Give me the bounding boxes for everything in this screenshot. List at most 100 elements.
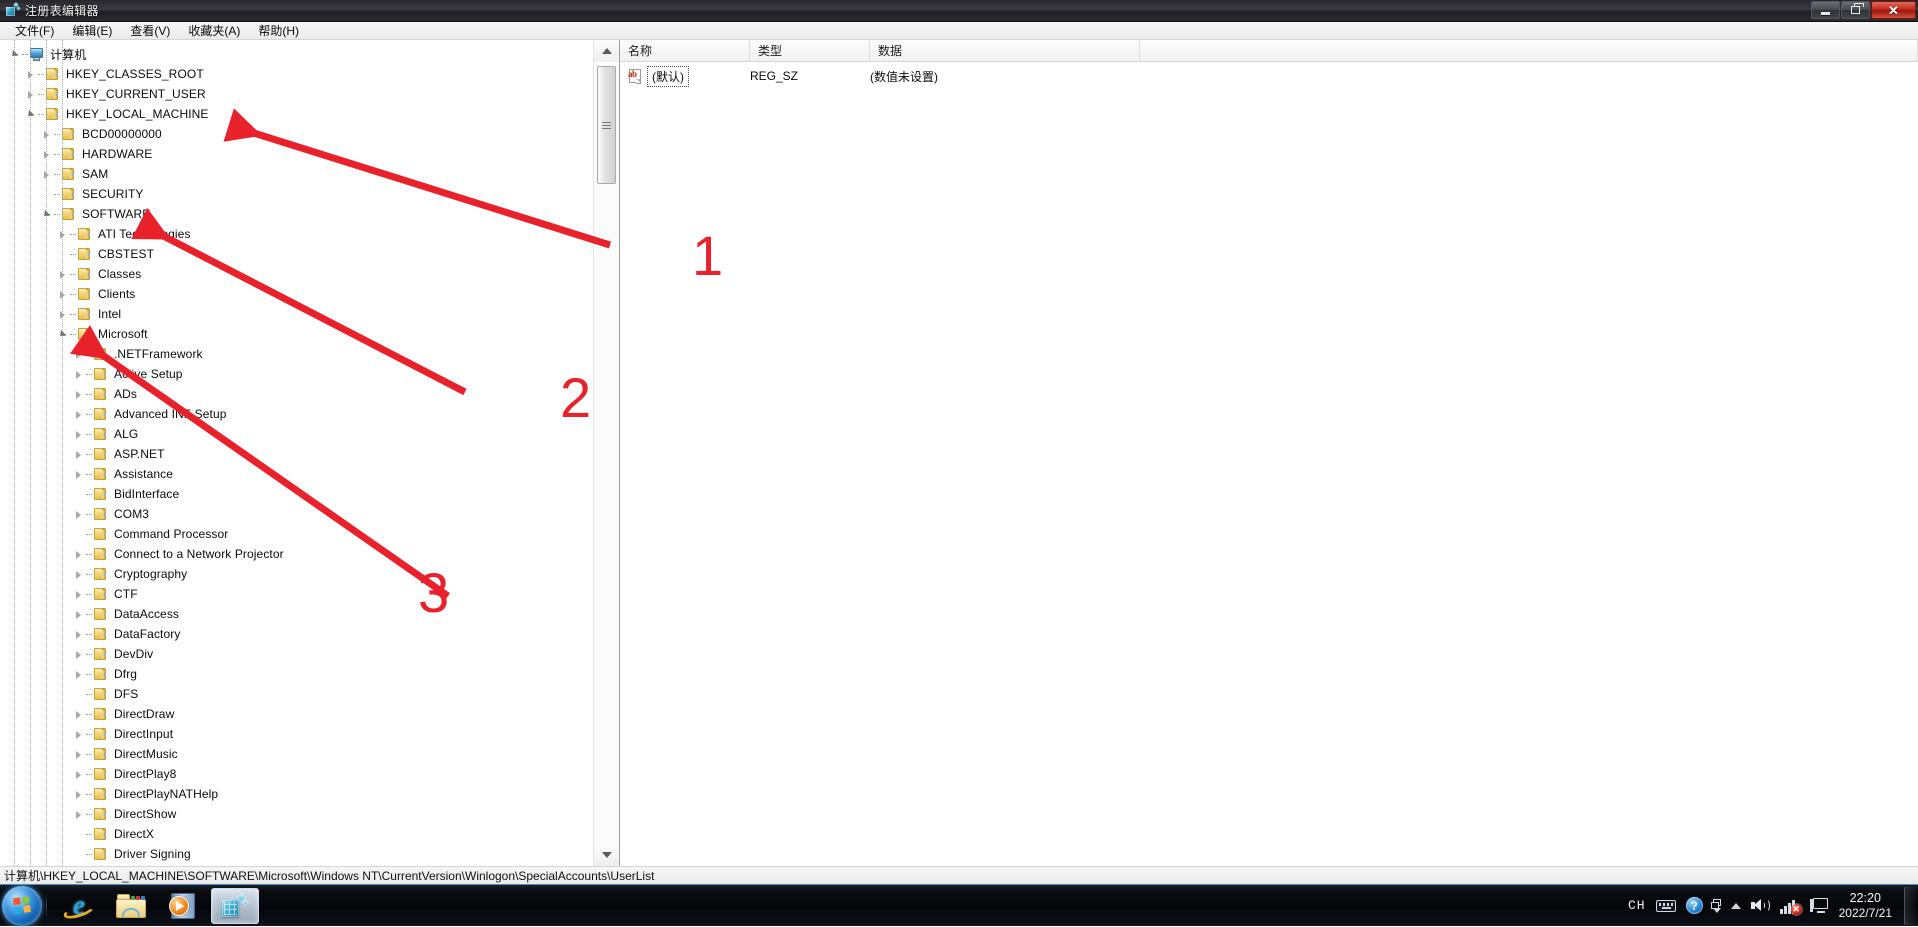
expand-triangle-icon[interactable] <box>72 708 85 721</box>
values-list[interactable]: ab (默认) REG_SZ (数值未设置) <box>620 62 1918 866</box>
display-button[interactable] <box>1805 885 1833 927</box>
expand-triangle-icon[interactable] <box>72 788 85 801</box>
tree-item[interactable]: Classes <box>0 264 593 284</box>
tree-item[interactable]: DirectMusic <box>0 744 593 764</box>
tree-item[interactable]: Clients <box>0 284 593 304</box>
value-name-cell[interactable]: (默认) <box>647 65 689 87</box>
close-button[interactable]: ✕ <box>1871 1 1916 19</box>
registry-tree[interactable]: 计算机 HKEY_CLASSES_ROOT HKEY_CURRENT_USER HKE… <box>0 40 593 866</box>
show-desktop-button[interactable] <box>1904 886 1916 925</box>
table-row[interactable]: ab (默认) <box>620 65 1918 87</box>
expand-tray-button[interactable] <box>1726 885 1746 927</box>
volume-button[interactable] <box>1746 885 1775 927</box>
tree-item[interactable]: BCD00000000 <box>0 124 593 144</box>
clock[interactable]: 22:20 2022/7/21 <box>1833 885 1902 927</box>
tree-item[interactable]: 计算机 <box>0 44 593 64</box>
expand-triangle-icon[interactable] <box>72 468 85 481</box>
tree-item[interactable]: Command Processor <box>0 524 593 544</box>
tree-item[interactable]: ALG <box>0 424 593 444</box>
taskbar-registry-editor[interactable] <box>211 887 259 924</box>
taskbar-internet-explorer[interactable]: e <box>55 888 103 924</box>
tree-item[interactable]: DirectX <box>0 824 593 844</box>
tree-item[interactable]: HKEY_LOCAL_MACHINE <box>0 104 593 124</box>
column-header-name[interactable]: 名称 <box>620 40 750 61</box>
tree-item[interactable]: ADs <box>0 384 593 404</box>
tree-item[interactable]: SOFTWARE <box>0 204 593 224</box>
tree-item[interactable]: Connect to a Network Projector <box>0 544 593 564</box>
start-button[interactable] <box>2 885 42 926</box>
tree-item[interactable]: DirectInput <box>0 724 593 744</box>
tree-item[interactable]: CBSTEST <box>0 244 593 264</box>
tree-item[interactable]: DirectShow <box>0 804 593 824</box>
menu-favorites[interactable]: 收藏夹(A) <box>179 21 249 40</box>
title-bar[interactable]: 注册表编辑器 ✕ <box>0 0 1918 22</box>
tree-item[interactable]: HKEY_CLASSES_ROOT <box>0 64 593 84</box>
expand-triangle-icon[interactable] <box>72 668 85 681</box>
tree-item[interactable]: DataAccess <box>0 604 593 624</box>
scroll-down-button[interactable] <box>594 844 619 866</box>
scrollbar-track[interactable] <box>594 62 619 844</box>
expand-triangle-icon[interactable] <box>72 428 85 441</box>
keyboard-layout-button[interactable] <box>1651 885 1681 927</box>
tree-item[interactable]: Active Setup <box>0 364 593 384</box>
tree-item[interactable]: CTF <box>0 584 593 604</box>
tree-item[interactable]: DataFactory <box>0 624 593 644</box>
tree-item[interactable]: Intel <box>0 304 593 324</box>
tree-item[interactable]: ATI Technologies <box>0 224 593 244</box>
ime-indicator[interactable]: CH <box>1623 885 1651 927</box>
expand-triangle-icon[interactable] <box>72 728 85 741</box>
minimize-button[interactable] <box>1811 1 1840 19</box>
tree-item[interactable]: DirectPlay8 <box>0 764 593 784</box>
tree-item-label: 计算机 <box>50 47 87 62</box>
expand-triangle-icon[interactable] <box>72 368 85 381</box>
column-header-data[interactable]: 数据 <box>870 40 1140 61</box>
expand-triangle-icon[interactable] <box>72 608 85 621</box>
tree-item[interactable]: Advanced INF Setup <box>0 404 593 424</box>
tree-item[interactable]: DFS <box>0 684 593 704</box>
expand-triangle-icon[interactable] <box>72 568 85 581</box>
help-button[interactable]: ? <box>1681 885 1708 927</box>
menu-edit[interactable]: 编辑(E) <box>63 21 121 40</box>
tree-item[interactable]: HKEY_CURRENT_USER <box>0 84 593 104</box>
tree-item[interactable]: DirectDraw <box>0 704 593 724</box>
restore-button[interactable] <box>1841 1 1870 19</box>
show-hidden-icons-button[interactable] <box>1708 885 1726 927</box>
expand-triangle-icon[interactable] <box>72 508 85 521</box>
expand-triangle-icon[interactable] <box>72 768 85 781</box>
tree-item[interactable]: HARDWARE <box>0 144 593 164</box>
scroll-up-button[interactable] <box>594 40 619 62</box>
menu-file[interactable]: 文件(F) <box>6 21 63 40</box>
expand-triangle-icon[interactable] <box>72 548 85 561</box>
tree-item[interactable]: COM3 <box>0 504 593 524</box>
tree-item[interactable]: DirectPlayNATHelp <box>0 784 593 804</box>
scrollbar-thumb[interactable] <box>597 66 616 184</box>
tree-vertical-scrollbar[interactable] <box>593 40 619 866</box>
tree-item[interactable]: Cryptography <box>0 564 593 584</box>
expand-triangle-icon[interactable] <box>72 628 85 641</box>
expand-triangle-icon[interactable] <box>72 448 85 461</box>
expand-triangle-icon[interactable] <box>72 808 85 821</box>
expand-triangle-icon[interactable] <box>72 648 85 661</box>
tree-item[interactable]: Assistance <box>0 464 593 484</box>
menu-help[interactable]: 帮助(H) <box>249 21 308 40</box>
column-header-type[interactable]: 类型 <box>750 40 870 61</box>
tree-item[interactable]: Dfrg <box>0 664 593 684</box>
expand-triangle-icon[interactable] <box>72 408 85 421</box>
tree-item[interactable]: Driver Signing <box>0 844 593 864</box>
tree-item[interactable]: SECURITY <box>0 184 593 204</box>
taskbar-media-player[interactable] <box>159 888 207 924</box>
expand-triangle-icon[interactable] <box>72 388 85 401</box>
tree-item[interactable]: ASP.NET <box>0 444 593 464</box>
tree-item[interactable]: DevDiv <box>0 644 593 664</box>
expand-triangle-icon[interactable] <box>72 588 85 601</box>
tree-item[interactable]: BidInterface <box>0 484 593 504</box>
registry-key-folder-icon <box>93 747 109 762</box>
menu-view[interactable]: 查看(V) <box>121 21 179 40</box>
taskbar-windows-explorer[interactable] <box>107 888 155 924</box>
expand-triangle-icon[interactable] <box>72 348 85 361</box>
tree-item[interactable]: .NETFramework <box>0 344 593 364</box>
tree-item[interactable]: Microsoft <box>0 324 593 344</box>
network-button[interactable]: ✕ <box>1775 885 1805 927</box>
tree-item[interactable]: SAM <box>0 164 593 184</box>
expand-triangle-icon[interactable] <box>72 748 85 761</box>
